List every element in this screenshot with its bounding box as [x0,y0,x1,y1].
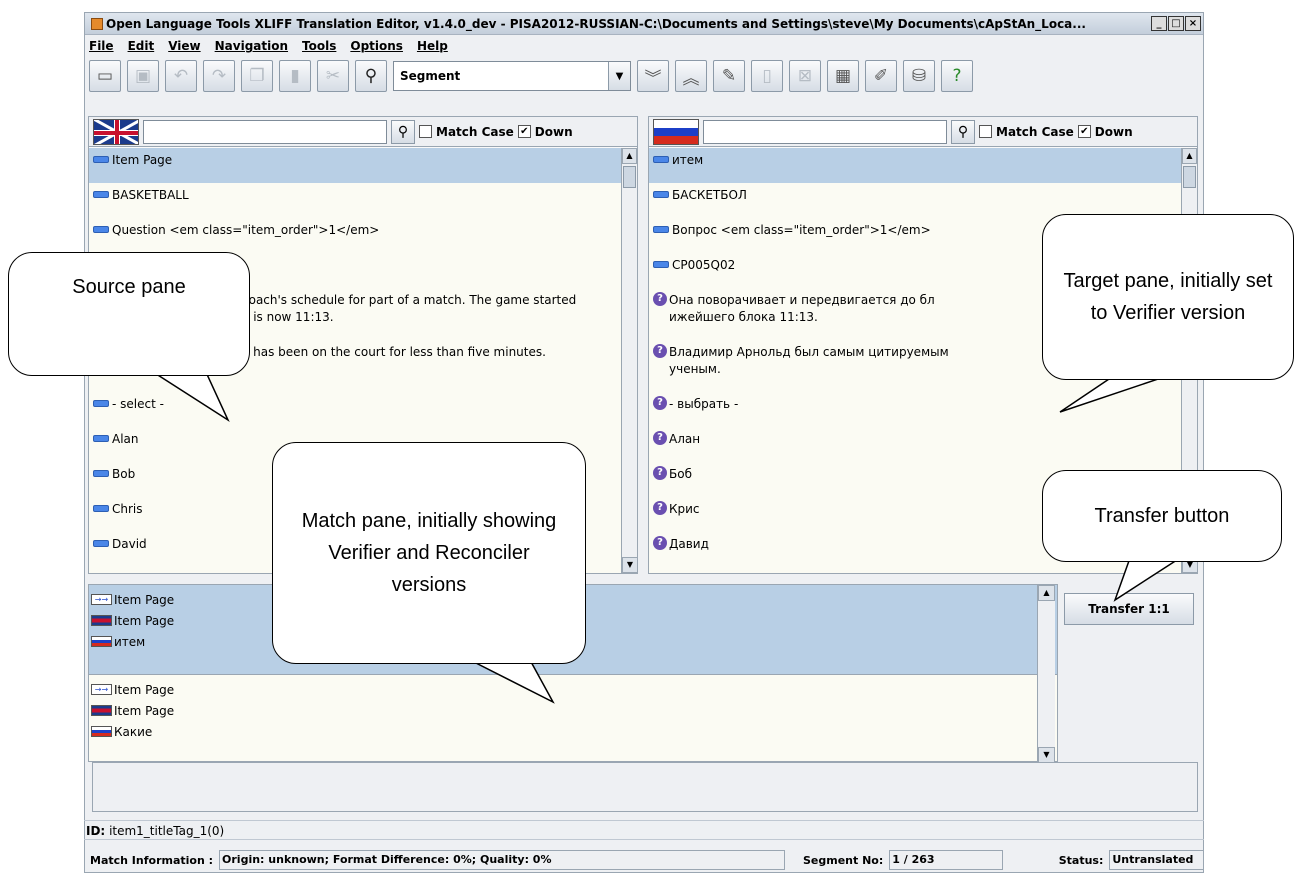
callout-transfer-button: Transfer button [1042,470,1282,562]
callout-tails [147,369,1183,704]
callout-source-pane: Source pane [8,252,250,376]
callout-target-pane: Target pane, initially set to Verifier v… [1042,214,1294,380]
callout-match-pane: Match pane, initially showing Verifier a… [272,442,586,664]
